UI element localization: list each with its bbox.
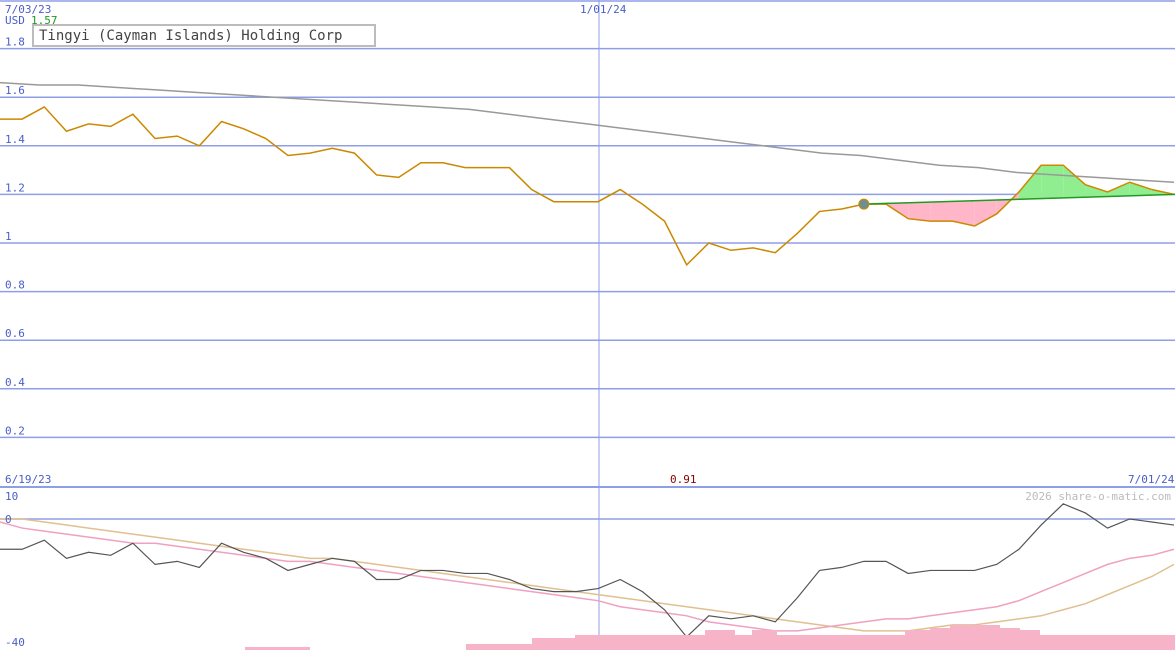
top-date-label: 1/01/24 [580,3,627,16]
loss-area [930,201,953,222]
oscillator-slow-line [0,518,1175,632]
volume-bar [1000,628,1020,650]
loss-area [908,202,931,222]
volume-bar [752,630,777,650]
volume-bar [735,635,752,650]
osc-tick-label: -40 [5,636,25,649]
chart-grid [0,0,1175,650]
loss-area [974,199,997,226]
volume-bar [532,638,575,650]
osc-tick-label: 10 [5,490,18,503]
price-tick-label: 0.6 [5,327,25,340]
watermark: 2026 share-o-matic.com [1025,490,1171,503]
volume-bar [777,635,905,650]
price-tick-label: 1.4 [5,133,25,146]
axis-labels: 0.20.40.60.811.21.41.61.8100-407/03/23 1/… [5,3,1175,649]
volume-bar [930,628,950,650]
price-tick-label: 1.8 [5,36,25,49]
bottom-date-label: 7/01/24 [1128,473,1175,486]
chart-lines [0,81,1175,638]
osc-tick-label: 0 [5,513,12,526]
chart-title: Tingyi (Cayman Islands) Holding Corp [32,24,376,47]
oscillator-signal-line [0,521,1175,632]
stock-chart: 0.20.40.60.811.21.41.61.8100-407/03/23 1/… [0,0,1175,650]
bottom-date-label: 6/19/23 [5,473,51,486]
volume-bar [575,635,705,650]
price-tick-label: 0.4 [5,376,25,389]
volume-bar [705,630,735,650]
oscillator-main-line [0,503,1175,638]
trend-start-marker [858,198,870,210]
volume-bar [950,625,1000,650]
volume-bar [466,644,532,650]
volume-bar [905,630,930,650]
price-tick-label: 1.6 [5,84,25,97]
volume-bar [1020,630,1040,650]
volume-bar [1040,635,1175,650]
volume-bars [245,625,1175,650]
price-line [0,105,1175,267]
price-tick-label: 1.2 [5,181,25,194]
price-tick-label: 0.2 [5,424,25,437]
currency-label: USD [5,14,25,27]
low-price-label: 0.91 [670,473,697,486]
price-tick-label: 0.8 [5,279,25,292]
price-tick-label: 1 [5,230,12,243]
gain-area [1041,165,1064,199]
